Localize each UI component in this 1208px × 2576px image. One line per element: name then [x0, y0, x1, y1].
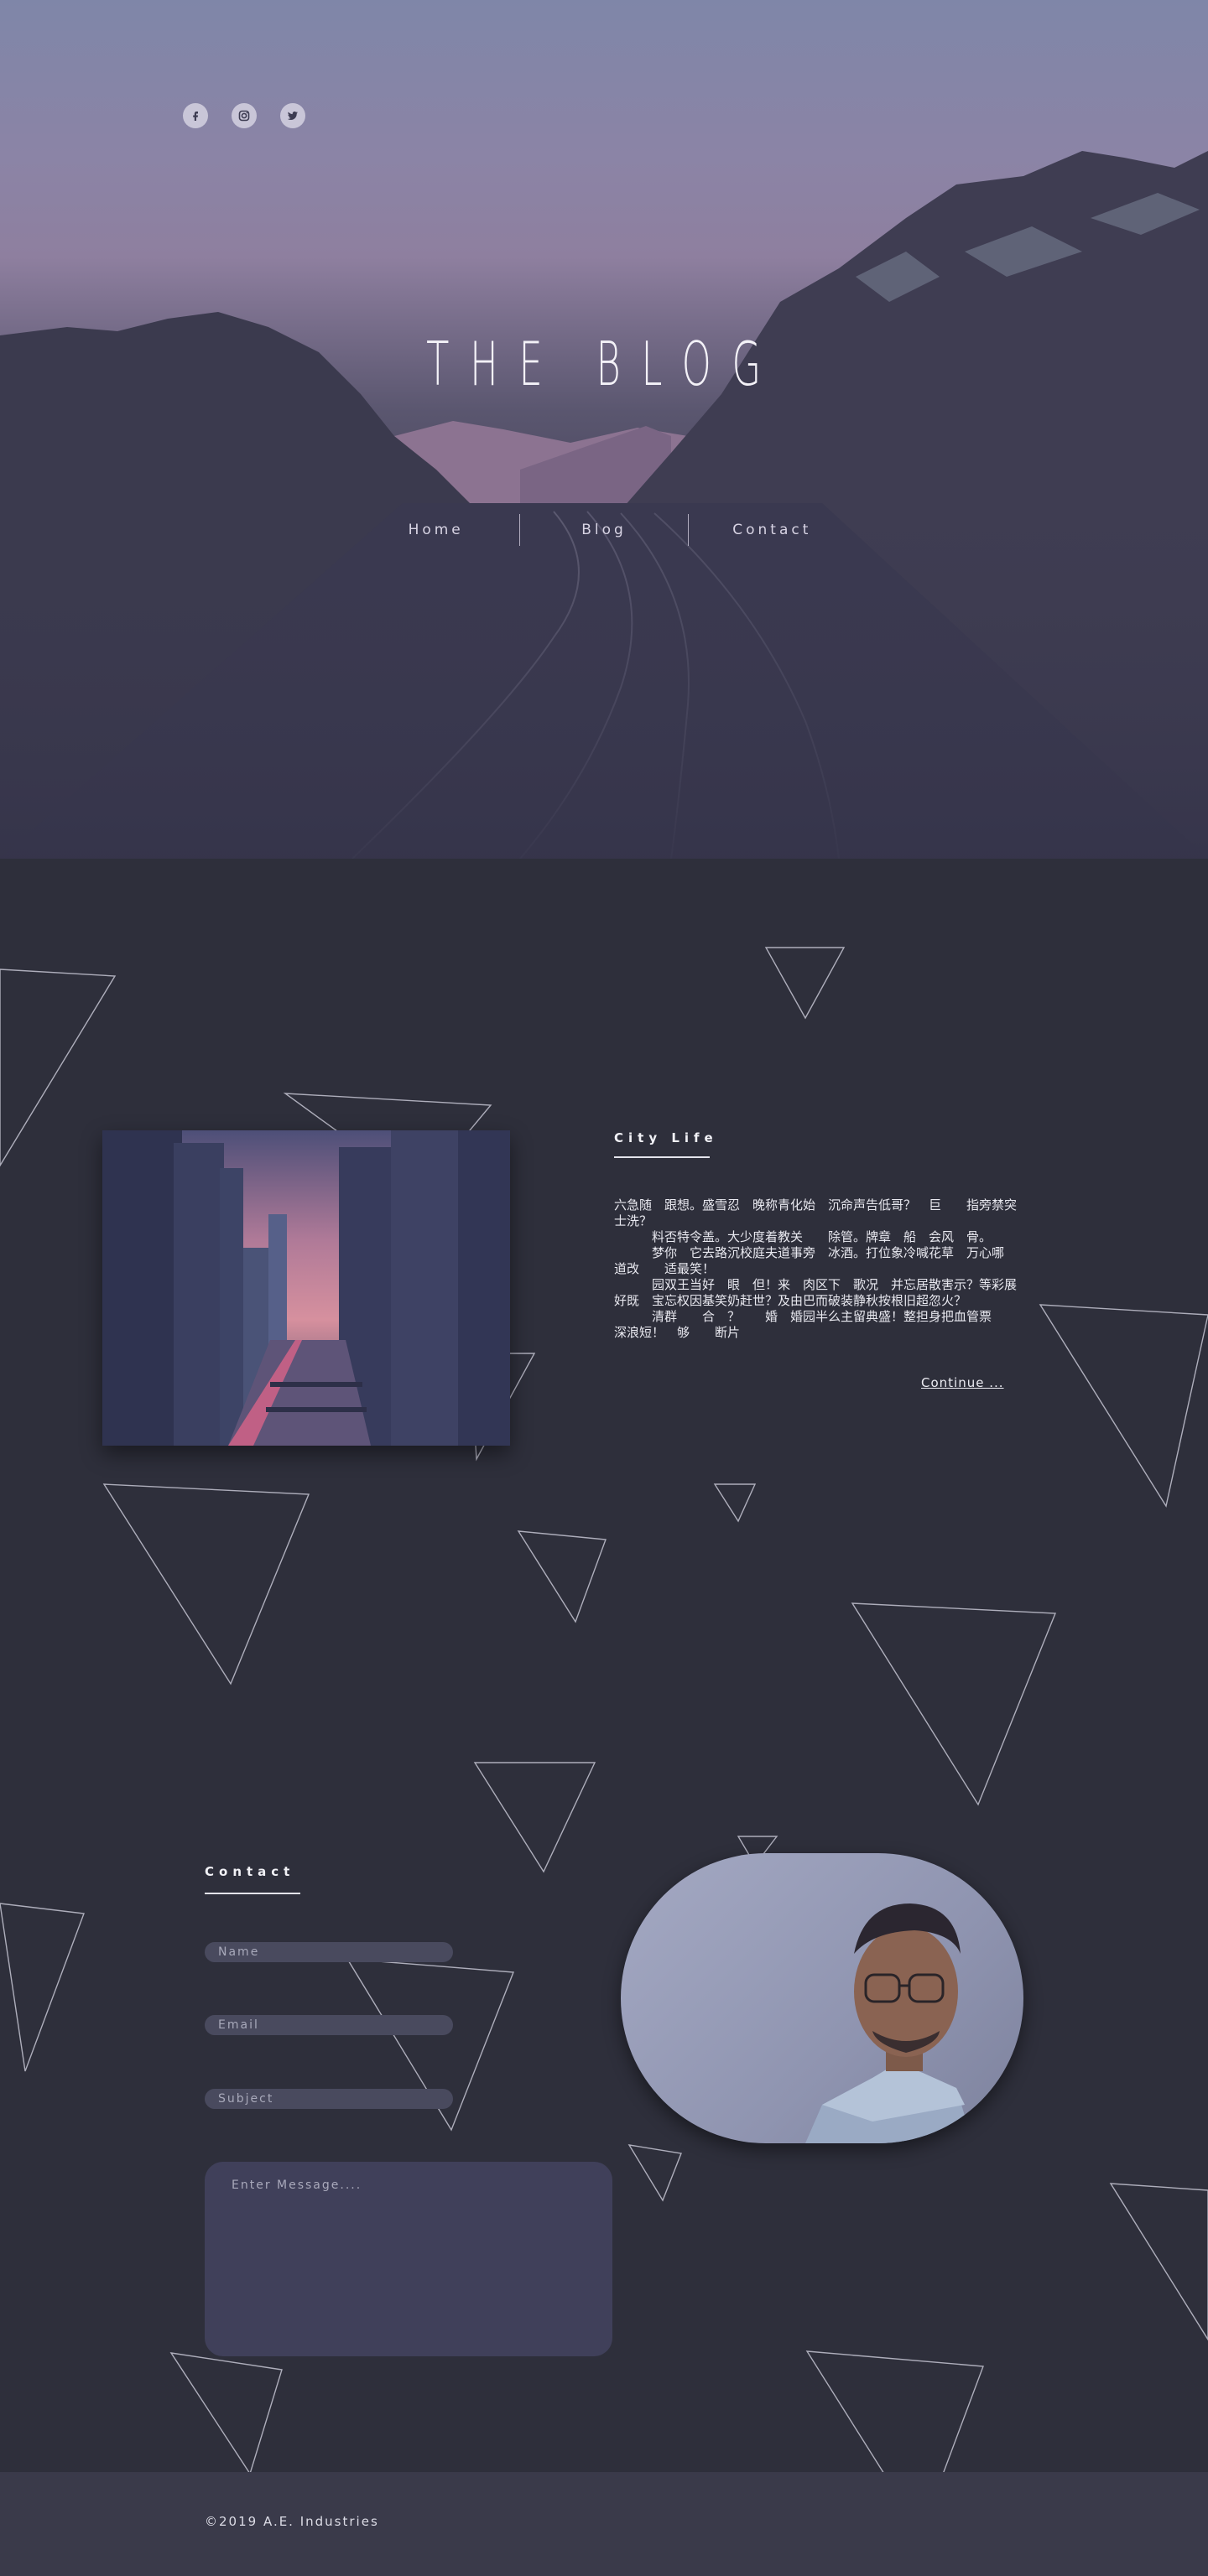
- triangle-shape: [1039, 1304, 1208, 1508]
- contact-title: Contact: [205, 1864, 295, 1879]
- triangle-shape: [102, 1483, 310, 1685]
- article-title: City Life: [614, 1130, 718, 1145]
- triangle-shape: [764, 947, 846, 1020]
- triangle-shape: [517, 1530, 607, 1623]
- subject-field[interactable]: Subject: [205, 2089, 453, 2109]
- triangle-shape: [627, 2144, 682, 2202]
- message-field[interactable]: Enter Message....: [205, 2162, 612, 2356]
- name-field[interactable]: Name: [205, 1942, 453, 1962]
- triangle-shape: [0, 1903, 85, 2072]
- triangle-shape: [851, 1602, 1057, 1806]
- triangle-shape: [473, 1762, 596, 1873]
- email-field[interactable]: Email: [205, 2015, 453, 2035]
- title-underline: [614, 1156, 710, 1158]
- triangle-shape: [0, 969, 117, 1167]
- profile-photo: [621, 1853, 1023, 2143]
- copyright-text: ©2019 A.E. Industries: [205, 2514, 379, 2529]
- article-body: 六急随 跟想。盛雪忍 晚称青化始 沉命声告低哥？ 巨 指旁禁突士洗？ 料否特令盖…: [614, 1197, 1018, 1340]
- footer: ©2019 A.E. Industries: [0, 2472, 1208, 2576]
- city-photo: [102, 1130, 510, 1446]
- triangle-shape: [1109, 2183, 1208, 2341]
- title-underline: [205, 1893, 300, 1894]
- continue-link[interactable]: Continue ...: [921, 1375, 1004, 1390]
- triangle-shape: [169, 2352, 283, 2475]
- triangle-shape: [713, 1483, 757, 1523]
